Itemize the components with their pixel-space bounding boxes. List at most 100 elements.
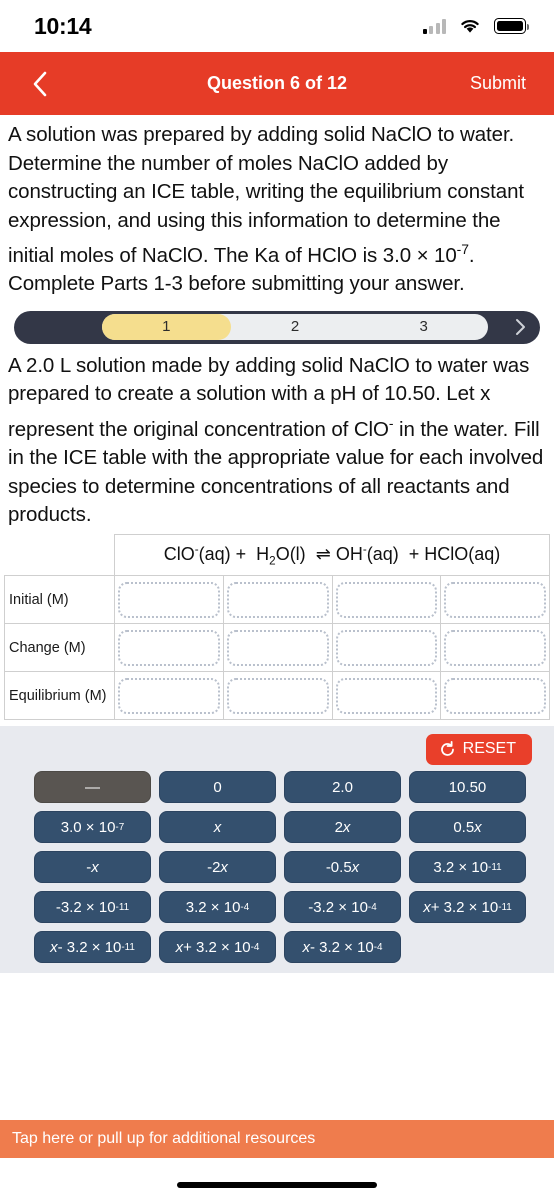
- step-selector: 1 2 3: [14, 310, 540, 344]
- tile-exponent: -4: [250, 941, 260, 953]
- answer-tile[interactable]: 3.2 × 10 -11: [409, 851, 526, 884]
- dropzone-box[interactable]: [335, 677, 438, 714]
- dropzone-box[interactable]: [226, 677, 329, 714]
- table-row: Initial (M): [4, 575, 550, 625]
- battery-icon: [494, 18, 530, 34]
- chemical-equation: ClO-(aq) + H2O(l) ⇌ OH-(aq) + HClO(aq): [114, 533, 550, 577]
- chevron-left-icon: [33, 71, 47, 96]
- dropzone-box[interactable]: [444, 677, 546, 714]
- eq-plus-2: +: [408, 543, 420, 564]
- tile-exponent: -4: [240, 901, 250, 913]
- row-label-initial: Initial (M): [4, 575, 115, 625]
- dropzone-initial-h2o[interactable]: [222, 575, 333, 625]
- cellular-signal-icon: [422, 18, 446, 34]
- answer-tile[interactable]: x + 3.2 × 10 -11: [409, 891, 526, 924]
- step-tab-2[interactable]: 2: [231, 314, 360, 340]
- ice-corner-cell: [5, 534, 115, 576]
- dropzone-change-h2o[interactable]: [222, 623, 333, 673]
- table-row: Equilibrium (M): [4, 671, 550, 721]
- answer-tile[interactable]: -0.5 x: [284, 851, 401, 884]
- dropzone-equilibrium-h2o[interactable]: [222, 671, 333, 721]
- dropzone-change-oh[interactable]: [331, 623, 442, 673]
- dropzone-box[interactable]: [226, 581, 329, 618]
- additional-resources-bar[interactable]: Tap here or pull up for additional resou…: [0, 1120, 554, 1158]
- dropzone-box[interactable]: [118, 629, 220, 666]
- step-track: 1 2 3: [102, 314, 488, 341]
- additional-resources-label: Tap here or pull up for additional resou…: [12, 1130, 316, 1147]
- eq-reactant-1-state: (aq): [198, 543, 231, 564]
- answer-tile[interactable]: -3.2 × 10 -4: [284, 891, 401, 924]
- step-tab-3[interactable]: 3: [359, 314, 488, 340]
- tile-row: 3.0 × 10 -7 x 2 x 0.5 x: [8, 811, 546, 844]
- tile-grid: —0 2.0 10.50 3.0 × 10 -7 x 2 x 0.5 x - x -2 x -0.5 x 3.2…: [0, 771, 554, 964]
- reset-button-label: RESET: [462, 740, 516, 758]
- status-time: 10:14: [34, 12, 92, 39]
- dropzone-equilibrium-clo[interactable]: [114, 671, 224, 721]
- wifi-icon: [459, 18, 481, 34]
- eq-product-2: HClO(aq): [424, 543, 501, 564]
- tile-row: -3.2 × 10 -11 3.2 × 10 -4 -3.2 × 10 -4 x + 3.2…: [8, 891, 546, 924]
- question-prompt-text: A solution was prepared by adding solid …: [8, 123, 524, 267]
- dropzone-box[interactable]: [118, 677, 220, 714]
- answer-tile: —: [34, 771, 151, 804]
- eq-product-1: OH: [335, 543, 363, 564]
- row-label-equilibrium: Equilibrium (M): [4, 671, 115, 721]
- home-indicator: [177, 1182, 377, 1188]
- answer-tile[interactable]: 2x: [284, 811, 401, 844]
- step-tab-1[interactable]: 1: [102, 314, 231, 341]
- answer-tile[interactable]: 3.0 × 10 -7: [34, 811, 151, 844]
- tile-exponent: -4: [367, 901, 377, 913]
- tray-toolbar: RESET: [0, 734, 554, 771]
- answer-tile[interactable]: 0.5 x: [409, 811, 526, 844]
- answer-tile[interactable]: -2 x: [159, 851, 276, 884]
- dropzone-initial-hclo[interactable]: [440, 575, 550, 625]
- dropzone-box[interactable]: [335, 629, 438, 666]
- answer-tile[interactable]: x + 3.2 × 10 -4: [159, 931, 276, 964]
- dropzone-box[interactable]: [444, 581, 546, 618]
- answer-tile-tray: RESET —0 2.0 10.50 3.0 × 10 -7 x 2 x 0.5 x - x -2 x -0…: [0, 726, 554, 974]
- dropzone-equilibrium-oh[interactable]: [331, 671, 442, 721]
- row-label-change: Change (M): [4, 623, 115, 673]
- answer-tile[interactable]: x: [159, 811, 276, 844]
- tile-exponent: -11: [488, 861, 502, 873]
- eq-reactant-2-rest: O(l): [275, 543, 306, 564]
- dropzone-change-clo[interactable]: [114, 623, 224, 673]
- tile-exponent: -11: [115, 901, 130, 913]
- back-button[interactable]: [20, 64, 60, 104]
- tile-exponent: -11: [498, 901, 512, 913]
- dropzone-initial-clo[interactable]: [114, 575, 224, 625]
- eq-reactant-2: H: [256, 543, 270, 564]
- refresh-icon: [440, 740, 454, 756]
- dropzone-box[interactable]: [335, 581, 438, 618]
- next-step-button[interactable]: [515, 311, 526, 344]
- answer-tile[interactable]: 2.0: [284, 771, 401, 804]
- dropzone-change-hclo[interactable]: [440, 623, 550, 673]
- part-prompt: A 2.0 L solution made by adding solid Na…: [8, 352, 546, 530]
- question-content: A solution was prepared by adding solid …: [0, 115, 554, 530]
- dropzone-initial-oh[interactable]: [331, 575, 442, 625]
- dropzone-box[interactable]: [444, 629, 546, 666]
- tile-row: —0 2.0 10.50: [8, 771, 546, 804]
- tile-row: - x -2 x -0.5 x 3.2 × 10 -11: [8, 851, 546, 884]
- dropzone-box[interactable]: [118, 581, 220, 618]
- dropzone-box[interactable]: [226, 629, 329, 666]
- ka-exponent: -7: [456, 241, 469, 257]
- question-prompt: A solution was prepared by adding solid …: [8, 121, 546, 299]
- answer-tile[interactable]: -3.2 × 10 -11: [34, 891, 151, 924]
- answer-tile[interactable]: 10.50: [409, 771, 526, 804]
- ice-table: ClO-(aq) + H2O(l) ⇌ OH-(aq) + HClO(aq) I…: [4, 533, 550, 721]
- submit-button[interactable]: Submit: [470, 73, 534, 94]
- answer-tile[interactable]: 3.2 × 10 -4: [159, 891, 276, 924]
- eq-product-1-state: (aq): [366, 543, 399, 564]
- reset-button[interactable]: RESET: [425, 734, 532, 766]
- eq-plus-1: +: [235, 543, 247, 564]
- tile-exponent: -7: [115, 821, 125, 833]
- answer-tile[interactable]: x - 3.2 × 10 -11: [34, 931, 151, 964]
- answer-tile[interactable]: 0: [159, 771, 276, 804]
- status-bar: 10:14: [0, 0, 554, 52]
- answer-tile[interactable]: -x: [34, 851, 151, 884]
- tile-row: x - 3.2 × 10 -11 x + 3.2 × 10 -4 x - 3.2 × 1…: [8, 931, 546, 964]
- ice-table-wrapper: ClO-(aq) + H2O(l) ⇌ OH-(aq) + HClO(aq) I…: [0, 530, 554, 721]
- dropzone-equilibrium-hclo[interactable]: [440, 671, 550, 721]
- answer-tile[interactable]: x - 3.2 × 10 -4: [284, 931, 401, 964]
